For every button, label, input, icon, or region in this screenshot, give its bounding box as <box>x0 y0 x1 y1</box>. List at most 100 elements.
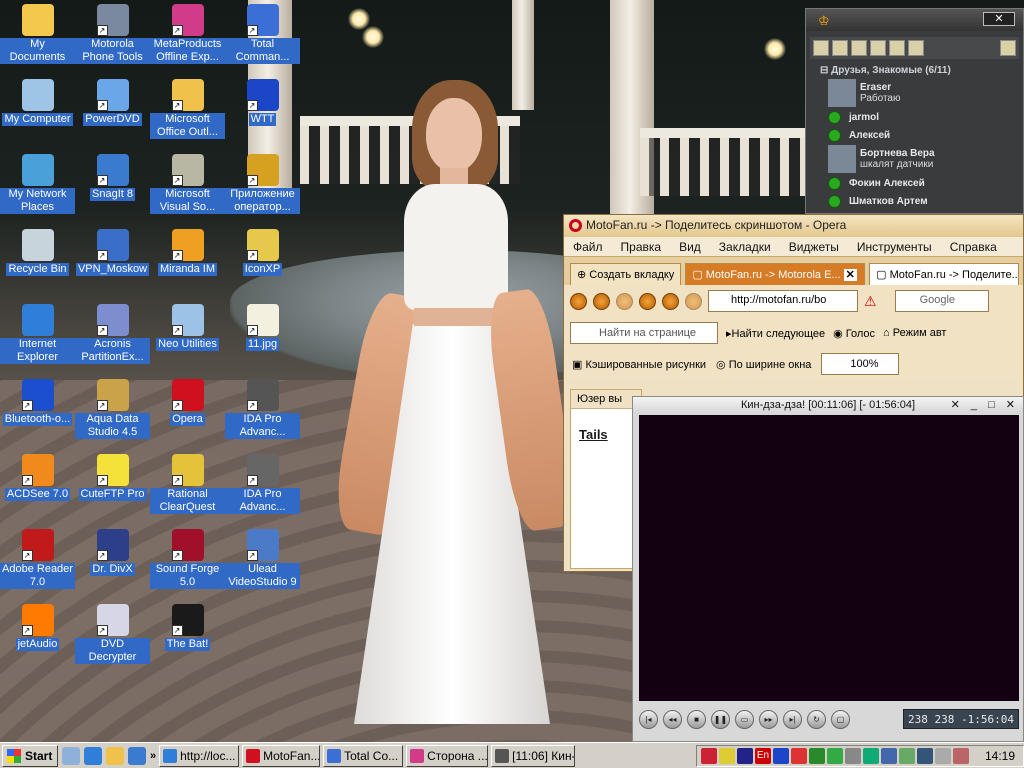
pause-icon[interactable]: ❚❚ <box>711 709 730 729</box>
media-player-window[interactable]: Кин-дза-дза! [00:11:06] [- 01:56:04] ✕ _… <box>632 396 1024 742</box>
desktop-icon[interactable]: ↗ PowerDVD <box>75 79 150 126</box>
desktop-icon[interactable]: ↗ Opera <box>150 379 225 426</box>
desktop-icon[interactable]: ↗ Microsoft Visual So... <box>150 154 225 214</box>
desktop-icon[interactable]: ↗ WTT <box>225 79 300 126</box>
tray-icon[interactable] <box>916 747 933 764</box>
desktop-icon[interactable]: ↗ Bluetooth-o... <box>0 379 75 426</box>
menu-file[interactable]: Файл <box>564 237 612 256</box>
outlook-icon[interactable] <box>106 746 124 765</box>
desktop-icon[interactable]: ↗ The Bat! <box>150 604 225 651</box>
miranda-contact-list[interactable]: ♔ ✕ ⊟ Друзья, Знакомые (6/11) Eraser Рабо… <box>805 8 1024 214</box>
desktop-icon[interactable]: ↗ IDA Pro Advanc... <box>225 379 300 439</box>
desktop-icon[interactable]: ↗ 11.jpg <box>225 304 300 351</box>
desktop-icon[interactable]: ↗ jetAudio <box>0 604 75 651</box>
contact-item[interactable]: Бортнева Вера шкалят датчики <box>806 144 1023 174</box>
tray-icon[interactable] <box>952 747 969 764</box>
screenshot-icon[interactable]: ▢ <box>831 709 850 729</box>
menu-edit[interactable]: Правка <box>612 237 671 256</box>
tray-icon[interactable] <box>844 747 861 764</box>
start-button[interactable]: Start <box>2 744 58 767</box>
stop-icon[interactable] <box>685 292 702 310</box>
desktop-icon[interactable]: Recycle Bin <box>0 229 75 276</box>
address-field[interactable]: http://motofan.ru/bo <box>708 290 858 312</box>
options-icon[interactable] <box>851 40 867 56</box>
desktop-icon[interactable]: ↗ Приложение оператор... <box>225 154 300 214</box>
find-input[interactable]: Найти на странице <box>570 322 718 344</box>
skip-forward-icon[interactable]: ▸| <box>783 709 802 729</box>
rewind-icon[interactable] <box>570 292 587 310</box>
tray-icon[interactable] <box>808 747 825 764</box>
sound-icon[interactable] <box>1000 40 1016 56</box>
menu-icon[interactable] <box>813 40 829 56</box>
frame-icon[interactable]: ▭ <box>735 709 754 729</box>
contact-item[interactable]: Алексей <box>806 126 1023 144</box>
desktop-icon[interactable]: ↗ DVD Decrypter <box>75 604 150 664</box>
contact-item[interactable]: jarmol <box>806 108 1023 126</box>
menu-bookmarks[interactable]: Закладки <box>710 237 780 256</box>
desktop-icon[interactable]: ↗ Dr. DivX <box>75 529 150 576</box>
status-icon[interactable] <box>908 40 924 56</box>
desktop-icon[interactable]: ↗ Microsoft Office Outl... <box>150 79 225 139</box>
menu-view[interactable]: Вид <box>670 237 710 256</box>
desktop-icon[interactable]: ↗ Adobe Reader 7.0 <box>0 529 75 589</box>
desktop-icon[interactable]: ↗ Rational ClearQuest <box>150 454 225 514</box>
desktop-icon[interactable]: ↗ MetaProducts Offline Exp... <box>150 4 225 64</box>
desktop-icon[interactable]: ↗ CuteFTP Pro <box>75 454 150 501</box>
content-link[interactable]: Tails <box>571 409 641 442</box>
stop-icon[interactable]: ■ <box>687 709 706 729</box>
contact-item[interactable]: Фокин Алексей <box>806 174 1023 192</box>
tray-icon[interactable] <box>736 747 753 764</box>
desktop-icon[interactable]: ↗ Acronis PartitionEx... <box>75 304 150 364</box>
find-next-button[interactable]: ▸Найти следующее <box>726 327 825 340</box>
fit-width-button[interactable]: ◎ По ширине окна <box>716 358 811 371</box>
taskbar-button[interactable]: MotoFan.... <box>242 744 321 767</box>
skip-back-icon[interactable]: |◂ <box>639 709 658 729</box>
away-icon[interactable] <box>870 40 886 56</box>
mode-button[interactable]: ⌂ Режим авт <box>883 327 946 339</box>
fast-forward-icon[interactable] <box>639 292 656 310</box>
window-controls[interactable]: ✕ _ □ ✕ <box>951 397 1019 413</box>
back-icon[interactable] <box>593 292 610 310</box>
opera-titlebar[interactable]: MotoFan.ru -> Поделитесь скриншотом - Op… <box>564 215 1023 237</box>
desktop-icon[interactable]: ↗ Sound Forge 5.0 <box>150 529 225 589</box>
tray-icon[interactable] <box>718 747 735 764</box>
miranda-titlebar[interactable]: ♔ ✕ <box>806 9 1023 31</box>
desktop-icon[interactable]: ↗ Motorola Phone Tools <box>75 4 150 64</box>
contact-item[interactable]: Шматков Артем <box>806 192 1023 210</box>
warning-icon[interactable]: ⚠ <box>864 293 877 310</box>
contact-item[interactable]: Eraser Работаю <box>806 78 1023 108</box>
desktop-icon[interactable]: ↗ IDA Pro Advanc... <box>225 454 300 514</box>
tray-icon[interactable] <box>862 747 879 764</box>
desktop-icon[interactable]: ↗ Aqua Data Studio 4.5 <box>75 379 150 439</box>
rewind-icon[interactable]: ◂◂ <box>663 709 682 729</box>
taskbar-button[interactable]: Сторона ... <box>406 744 489 767</box>
desktop-icon[interactable] <box>62 746 80 765</box>
language-indicator[interactable]: En <box>754 747 771 764</box>
desktop-icon[interactable]: ↗ ACDSee 7.0 <box>0 454 75 501</box>
video-screen[interactable] <box>639 415 1019 701</box>
desktop-icon[interactable]: ↗ SnagIt 8 <box>75 154 150 201</box>
contact-group[interactable]: ⊟ Друзья, Знакомые (6/11) <box>806 59 1023 78</box>
tab-screenshot[interactable]: ▢ MotoFan.ru -> Поделите... <box>869 263 1019 285</box>
player-titlebar[interactable]: Кин-дза-дза! [00:11:06] [- 01:56:04] ✕ _… <box>633 397 1023 413</box>
reload-icon[interactable] <box>662 292 679 310</box>
desktop-icon[interactable]: ↗ Miranda IM <box>150 229 225 276</box>
taskbar-button[interactable]: [11:06] Кин-... <box>491 744 576 767</box>
fast-forward-icon[interactable]: ▸▸ <box>759 709 778 729</box>
close-button[interactable]: ✕ <box>983 12 1015 26</box>
tab-motorola[interactable]: ▢ MotoFan.ru -> Motorola E... ✕ <box>685 263 866 285</box>
tray-icon[interactable] <box>826 747 843 764</box>
close-tab-icon[interactable]: ✕ <box>843 269 857 281</box>
tray-icon[interactable] <box>898 747 915 764</box>
tray-icon[interactable] <box>934 747 951 764</box>
tray-icon[interactable] <box>790 747 807 764</box>
new-tab-button[interactable]: ⊕ Создать вкладку <box>570 263 682 285</box>
desktop-icon[interactable]: ↗ VPN_Moskow <box>75 229 150 276</box>
menu-widgets[interactable]: Виджеты <box>780 237 848 256</box>
groups-icon[interactable] <box>889 40 905 56</box>
menu-tools[interactable]: Инструменты <box>848 237 941 256</box>
contacts-icon[interactable] <box>832 40 848 56</box>
tray-icon[interactable] <box>880 747 897 764</box>
forward-icon[interactable] <box>616 292 633 310</box>
tray-icon[interactable] <box>700 747 717 764</box>
